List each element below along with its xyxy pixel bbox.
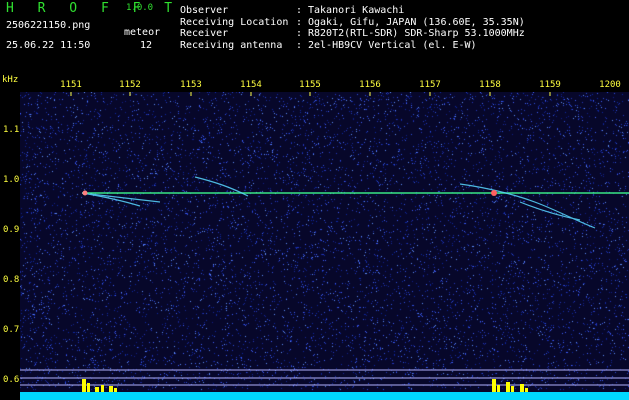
meteor-trail (89, 193, 161, 203)
info-row-antenna: Receiving antenna : 2el-HB9CV Vertical (… (180, 40, 525, 52)
y-tick-label: 0.9 (3, 225, 20, 235)
waterfall-spectrogram (20, 92, 629, 400)
x-tick-label: 1157 (419, 80, 441, 90)
meteor-trail (81, 192, 141, 207)
info-value: R820T2(RTL-SDR) SDR-Sharp 53.1000MHz (308, 28, 525, 39)
info-value: Takanori Kawachi (308, 5, 405, 16)
meteor-bar (506, 382, 510, 392)
file-name: 2506221150.png (6, 20, 91, 31)
meteor-bar (492, 379, 496, 392)
info-row-receiver: Receiver : R820T2(RTL-SDR) SDR-Sharp 53.… (180, 28, 525, 40)
meteor-label: meteor (124, 27, 161, 38)
meteor-bar (109, 386, 113, 392)
y-tick-label: 0.7 (3, 325, 20, 335)
y-tick-label: 0.8 (3, 275, 20, 285)
meteor-head (491, 190, 497, 196)
info-value: Ogaki, Gifu, JAPAN (136.60E, 35.35N) (308, 16, 525, 28)
info-sep: : (296, 28, 303, 39)
x-tick-label: 1151 (60, 80, 82, 90)
meteor-bar (95, 387, 99, 392)
capture-datetime: 25.06.22 11:50 (6, 40, 91, 51)
station-info: Observer : Takanori Kawachi Receiving Lo… (180, 5, 525, 51)
info-key: Observer (180, 5, 229, 16)
info-value: 2el-HB9CV Vertical (el. E-W) (308, 39, 477, 51)
info-row-observer: Observer : Takanori Kawachi (180, 5, 525, 17)
meteor-bar (101, 385, 104, 392)
meteor-bar (525, 388, 528, 392)
info-row-location: Receiving Location : Ogaki, Gifu, JAPAN … (180, 17, 525, 29)
y-unit-label: kHz (2, 75, 19, 85)
x-tick-label: 1153 (180, 80, 202, 90)
info-sep: : (296, 16, 303, 28)
info-sep: : (296, 5, 303, 16)
x-tick-label: 1159 (539, 80, 561, 90)
info-key: Receiver (180, 28, 229, 39)
info-key: Receiving antenna (180, 39, 283, 51)
meteor-bar (511, 386, 514, 392)
info-key: Receiving Location (180, 16, 289, 28)
meteor-count: 12 (140, 40, 153, 51)
meteor-bar (82, 379, 86, 392)
signal-overlay (20, 92, 629, 400)
y-tick-label: 1.0 (3, 175, 20, 185)
meteor-bar (87, 383, 90, 392)
meteor-head (82, 190, 88, 196)
y-tick-label: 0.6 (3, 375, 20, 385)
meteor-trail (459, 183, 596, 229)
app-version: 1.0.0 (126, 3, 154, 13)
x-tick-label: 1156 (359, 80, 381, 90)
meteor-bar (497, 385, 500, 392)
meteor-bar (520, 384, 524, 392)
x-tick-label: 1200 (599, 80, 621, 90)
info-sep: : (296, 39, 303, 51)
x-tick-label: 1152 (119, 80, 141, 90)
baseline-strip (20, 392, 629, 400)
y-tick-label: 1.1 (3, 125, 20, 135)
x-tick-label: 1154 (240, 80, 262, 90)
x-tick-label: 1155 (299, 80, 321, 90)
x-tick-label: 1158 (479, 80, 501, 90)
app-logo: H R O F F T (6, 1, 181, 16)
meteor-bar (114, 388, 117, 392)
